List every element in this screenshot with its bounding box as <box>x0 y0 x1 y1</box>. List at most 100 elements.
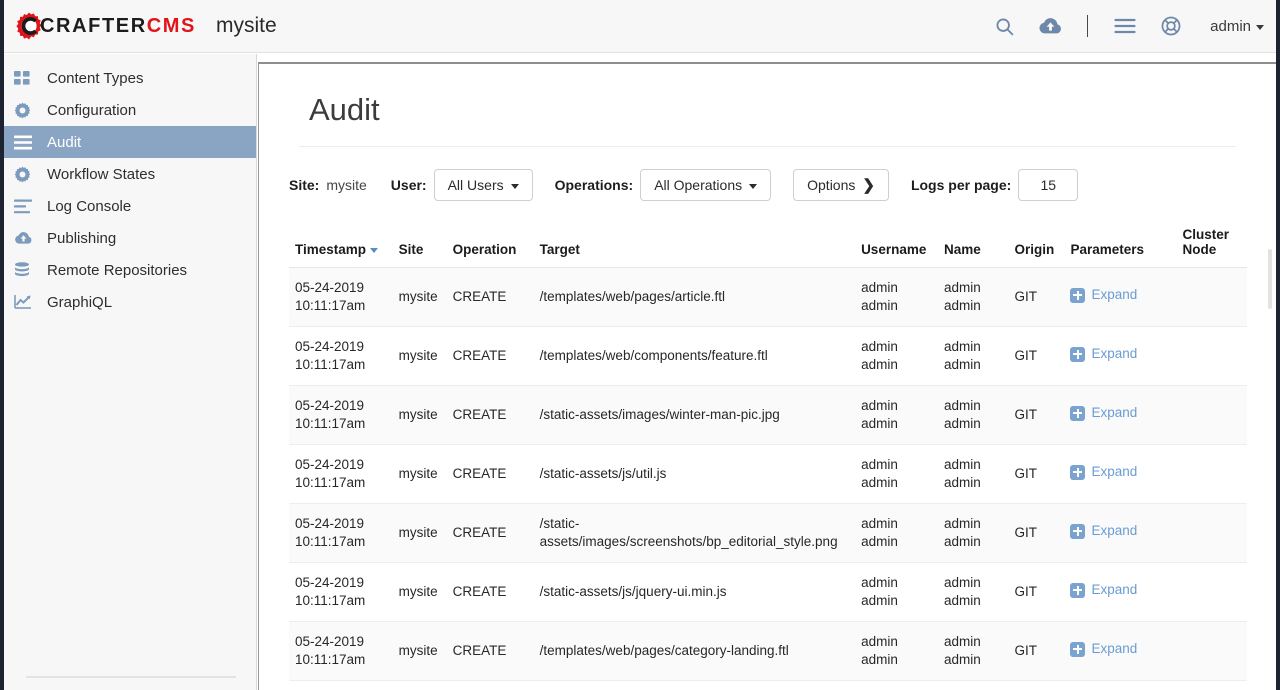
expand-label: Expand <box>1091 346 1138 362</box>
cell-site: mysite <box>392 267 447 327</box>
table-row[interactable]: 05-24-2019 10:11:17am mysite CREATE/static-… <box>289 385 1247 445</box>
database-icon <box>14 260 40 280</box>
cell-operation: CREATE <box>446 503 534 563</box>
cell-name: admin admin <box>938 444 1009 504</box>
chevron-down-icon <box>510 183 519 189</box>
sidebar-item-publishing[interactable]: Publishing <box>4 222 256 254</box>
table-row[interactable]: 05-24-2019 10:11:17am mysite CREATE/templat… <box>289 621 1247 681</box>
table-row[interactable]: 05-24-2019 10:11:17am mysite CREATE/static-… <box>289 503 1247 563</box>
username-line-2: admin <box>861 298 898 313</box>
cell-name: admin admin <box>938 267 1009 327</box>
cell-origin: GIT <box>1008 562 1065 622</box>
sidebar-item-content-types[interactable]: Content Types <box>4 62 256 94</box>
user-filter-label: User: <box>390 177 427 193</box>
chevron-down-icon <box>1256 24 1264 30</box>
audit-table: Timestamp Site Operation Target Username… <box>289 227 1247 681</box>
table-row[interactable]: 05-24-2019 10:11:17am mysite CREATE/static-… <box>289 562 1247 622</box>
site-name-label: mysite <box>216 14 277 37</box>
timestamp-date: 05-24-2019 <box>295 634 365 649</box>
cell-parameters: Expand <box>1064 326 1177 386</box>
search-icon[interactable] <box>981 6 1027 46</box>
audit-table-body: 05-24-2019 10:11:17am mysite CREATE/templat… <box>289 267 1247 681</box>
username-line-1: admin <box>861 280 898 295</box>
plus-icon <box>1070 582 1086 598</box>
expand-parameters-button[interactable]: Expand <box>1070 522 1137 540</box>
column-header-origin: Origin <box>1008 227 1065 268</box>
expand-label: Expand <box>1091 464 1138 480</box>
expand-parameters-button[interactable]: Expand <box>1070 640 1137 658</box>
table-row[interactable]: 05-24-2019 10:11:17am mysite CREATE/templat… <box>289 326 1247 386</box>
cell-origin: GIT <box>1008 326 1065 386</box>
timestamp-time: 10:11:17am <box>295 652 366 667</box>
column-header-username: Username <box>855 227 938 268</box>
cell-timestamp: 05-24-2019 10:11:17am <box>289 267 393 327</box>
admin-user-label: admin <box>1210 17 1251 35</box>
cell-site: mysite <box>392 562 447 622</box>
logs-per-page-input[interactable] <box>1018 169 1079 201</box>
sidebar-item-workflow-states[interactable]: Workflow States <box>4 158 256 190</box>
admin-user-menu[interactable]: admin <box>1210 18 1264 35</box>
brand-logo[interactable]: CRAFTERCMS <box>14 11 196 41</box>
help-lifebuoy-icon[interactable] <box>1148 6 1194 46</box>
sidebar-item-graphiql[interactable]: GraphiQL <box>4 286 256 318</box>
window-right-edge <box>1276 0 1280 690</box>
cell-timestamp: 05-24-2019 10:11:17am <box>289 562 393 622</box>
table-header-row: Timestamp Site Operation Target Username… <box>289 227 1247 268</box>
cell-timestamp: 05-24-2019 10:11:17am <box>289 326 393 386</box>
grid-icon <box>14 68 40 88</box>
expand-parameters-button[interactable]: Expand <box>1070 345 1137 363</box>
username-line-1: admin <box>861 516 898 531</box>
plus-icon <box>1070 346 1086 362</box>
expand-label: Expand <box>1091 582 1138 598</box>
username-line-2: admin <box>861 534 898 549</box>
app-root: CRAFTERCMS mysite admin Content Types Co… <box>0 0 1280 690</box>
cell-username: admin admin <box>855 621 938 681</box>
cell-parameters: Expand <box>1064 503 1177 563</box>
table-row[interactable]: 05-24-2019 10:11:17am mysite CREATE/static-… <box>289 444 1247 504</box>
sidebar-item-label: GraphiQL <box>47 293 113 311</box>
sidebar-item-log-console[interactable]: Log Console <box>4 190 256 222</box>
username-line-2: admin <box>861 357 898 372</box>
logs-per-page-label: Logs per page: <box>910 177 1012 193</box>
sidebar-item-audit[interactable]: Audit <box>4 126 256 158</box>
user-filter-dropdown[interactable]: All Users <box>433 169 533 201</box>
cell-target: /templates/web/components/feature.ftl <box>533 326 856 386</box>
cell-parameters: Expand <box>1064 562 1177 622</box>
cell-name: admin admin <box>938 385 1009 445</box>
timestamp-time: 10:11:17am <box>295 475 366 490</box>
name-line-2: admin <box>944 593 981 608</box>
hamburger-menu-icon[interactable] <box>1102 6 1148 46</box>
cell-name: admin admin <box>938 562 1009 622</box>
align-left-icon <box>14 196 40 216</box>
expand-parameters-button[interactable]: Expand <box>1070 404 1137 422</box>
sidebar-item-label: Audit <box>47 133 82 151</box>
content-scrollbar[interactable] <box>1268 249 1272 309</box>
timestamp-date: 05-24-2019 <box>295 457 365 472</box>
expand-parameters-button[interactable]: Expand <box>1070 581 1137 599</box>
expand-label: Expand <box>1091 523 1138 539</box>
username-line-2: admin <box>861 475 898 490</box>
cell-username: admin admin <box>855 385 938 445</box>
header-actions: admin <box>981 6 1264 46</box>
sidebar-item-label: Log Console <box>47 197 132 215</box>
expand-parameters-button[interactable]: Expand <box>1070 286 1137 304</box>
username-line-1: admin <box>861 634 898 649</box>
name-line-1: admin <box>944 575 981 590</box>
cell-operation: CREATE <box>446 562 534 622</box>
expand-parameters-button[interactable]: Expand <box>1070 463 1137 481</box>
cloud-upload-icon[interactable] <box>1027 6 1073 46</box>
sidebar-item-label: Content Types <box>47 69 144 87</box>
column-header-cluster-node: Cluster Node <box>1176 227 1247 268</box>
username-line-1: admin <box>861 575 898 590</box>
options-button[interactable]: Options ❯ <box>793 169 889 201</box>
name-line-2: admin <box>944 475 981 490</box>
cell-origin: GIT <box>1008 267 1065 327</box>
sidebar-item-remote-repositories[interactable]: Remote Repositories <box>4 254 256 286</box>
name-line-2: admin <box>944 357 981 372</box>
timestamp-date: 05-24-2019 <box>295 575 365 590</box>
sidebar-item-configuration[interactable]: Configuration <box>4 94 256 126</box>
table-row[interactable]: 05-24-2019 10:11:17am mysite CREATE/templat… <box>289 267 1247 327</box>
column-header-timestamp[interactable]: Timestamp <box>289 227 393 268</box>
operations-filter-dropdown[interactable]: All Operations <box>640 169 772 201</box>
brand-cms-text: CMS <box>146 14 196 37</box>
